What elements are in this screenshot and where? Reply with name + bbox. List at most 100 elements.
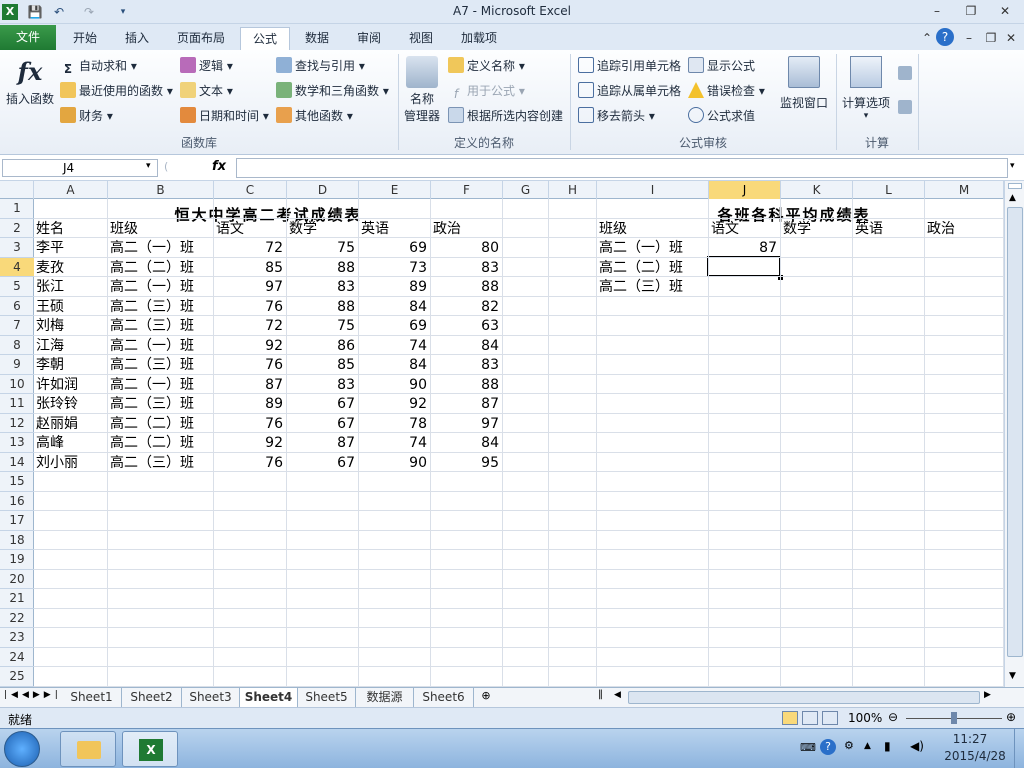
tab-review[interactable]: 审阅: [346, 27, 392, 50]
row-header-2[interactable]: 2: [0, 219, 34, 238]
tab-home[interactable]: 开始: [62, 27, 108, 50]
show-hidden-icons[interactable]: ▲: [864, 741, 871, 751]
select-all-corner[interactable]: [0, 181, 34, 199]
calculation-options-button[interactable]: 计算选项 ▾: [838, 56, 894, 121]
sheet-tab-6[interactable]: 数据源: [356, 688, 414, 707]
name-box[interactable]: J4: [2, 159, 158, 177]
lookup-button[interactable]: 查找与引用 ▾: [276, 56, 365, 76]
recent-functions-button[interactable]: 最近使用的函数 ▾: [60, 81, 173, 101]
workbook-restore-button[interactable]: ❐: [980, 29, 1002, 47]
scroll-right-icon[interactable]: ▶: [984, 690, 991, 700]
col-header-f[interactable]: F: [431, 181, 503, 199]
minimize-button[interactable]: –: [926, 2, 948, 20]
scroll-down-icon[interactable]: ▼: [1009, 671, 1016, 681]
row-header-9[interactable]: 9: [0, 355, 34, 375]
tab-insert[interactable]: 插入: [114, 27, 160, 50]
page-break-view-icon[interactable]: [822, 711, 838, 725]
row-header-20[interactable]: 20: [0, 570, 34, 589]
clock-date[interactable]: 2015/4/28: [940, 749, 1010, 763]
col-header-c[interactable]: C: [214, 181, 287, 199]
datetime-button[interactable]: 日期和时间 ▾: [180, 106, 269, 126]
active-cell-j4[interactable]: [707, 255, 781, 277]
scroll-left-icon[interactable]: ◀: [614, 690, 621, 700]
horizontal-scroll-thumb[interactable]: [628, 691, 980, 704]
vertical-scroll-thumb[interactable]: [1007, 207, 1023, 657]
keyboard-tray-icon[interactable]: ⌨: [800, 741, 816, 754]
define-name-button[interactable]: 定义名称 ▾: [448, 56, 525, 76]
explorer-taskbar-button[interactable]: [60, 731, 116, 767]
financial-button[interactable]: 财务 ▾: [60, 106, 113, 126]
sheet-tab-7[interactable]: Sheet6: [414, 688, 474, 707]
create-from-selection-button[interactable]: 根据所选内容创建: [448, 106, 563, 126]
row-header-13[interactable]: 13: [0, 433, 34, 453]
trace-dependents-button[interactable]: 追踪从属单元格: [578, 81, 681, 101]
row-header-23[interactable]: 23: [0, 628, 34, 648]
ime-tray-icon[interactable]: ⚙: [844, 739, 854, 752]
worksheet-grid[interactable]: 恒大中学高二考试成绩表 各班各科平均成绩表 姓名 班级 语文 数学 英语 政治 李平 高二（一…: [34, 199, 1004, 687]
formula-bar-expand-handle[interactable]: (: [164, 160, 168, 173]
zoom-out-icon[interactable]: ⊖: [888, 710, 898, 724]
restore-button[interactable]: ❐: [960, 2, 982, 20]
col-header-h[interactable]: H: [549, 181, 597, 199]
scroll-up-icon[interactable]: ▲: [1009, 193, 1016, 203]
zoom-level[interactable]: 100%: [848, 711, 882, 725]
show-desktop-button[interactable]: [1014, 729, 1024, 768]
row-header-3[interactable]: 3: [0, 238, 34, 258]
zoom-slider-thumb[interactable]: [951, 712, 957, 724]
fx-button[interactable]: fx: [212, 159, 226, 174]
row-header-7[interactable]: 7: [0, 316, 34, 336]
tab-split-icon[interactable]: ‖: [598, 689, 603, 700]
col-header-k[interactable]: K: [781, 181, 853, 199]
col-header-i[interactable]: I: [597, 181, 709, 199]
remove-arrows-button[interactable]: 移去箭头 ▾: [578, 106, 655, 126]
tab-page-layout[interactable]: 页面布局: [168, 27, 234, 50]
ribbon-collapse-icon[interactable]: ⌃: [916, 29, 938, 47]
col-header-j[interactable]: J: [709, 181, 781, 199]
row-header-19[interactable]: 19: [0, 550, 34, 570]
row-header-12[interactable]: 12: [0, 414, 34, 433]
col-header-l[interactable]: L: [853, 181, 925, 199]
calculate-now-icon[interactable]: [898, 66, 912, 80]
col-header-a[interactable]: A: [34, 181, 108, 199]
row-header-15[interactable]: 15: [0, 472, 34, 492]
sheet-nav-arrows[interactable]: |◀◀▶▶|: [4, 690, 62, 700]
sheet-tab-3[interactable]: Sheet3: [182, 688, 240, 707]
start-button-icon[interactable]: [4, 731, 40, 767]
insert-function-button[interactable]: fx 插入函数: [4, 56, 56, 107]
row-header-18[interactable]: 18: [0, 531, 34, 550]
row-header-6[interactable]: 6: [0, 297, 34, 316]
sheet-tab-5[interactable]: Sheet5: [298, 688, 356, 707]
workbook-minimize-button[interactable]: –: [958, 29, 980, 47]
col-header-b[interactable]: B: [108, 181, 214, 199]
tab-view[interactable]: 视图: [398, 27, 444, 50]
network-icon[interactable]: ▮: [884, 739, 891, 753]
autosum-button[interactable]: Σ 自动求和 ▾: [60, 56, 137, 76]
name-box-dropdown-icon[interactable]: ▾: [146, 161, 151, 171]
col-header-e[interactable]: E: [359, 181, 431, 199]
row-header-4[interactable]: 4: [0, 257, 34, 277]
sheet-tab-1[interactable]: Sheet1: [62, 688, 122, 707]
name-manager-button[interactable]: 名称 管理器: [402, 56, 442, 124]
sheet-tab-2[interactable]: Sheet2: [122, 688, 182, 707]
calculate-sheet-icon[interactable]: [898, 100, 912, 114]
tab-formulas[interactable]: 公式: [240, 27, 290, 50]
row-header-1[interactable]: 1: [0, 199, 34, 219]
excel-taskbar-button[interactable]: X: [122, 731, 178, 767]
math-button[interactable]: 数学和三角函数 ▾: [276, 81, 389, 101]
row-header-25[interactable]: 25: [0, 667, 34, 687]
evaluate-formula-button[interactable]: 公式求值: [688, 106, 755, 126]
split-box[interactable]: [1008, 183, 1022, 189]
col-header-d[interactable]: D: [287, 181, 359, 199]
show-formulas-button[interactable]: 显示公式: [688, 56, 755, 76]
row-header-24[interactable]: 24: [0, 648, 34, 667]
zoom-in-icon[interactable]: ⊕: [1006, 710, 1016, 724]
row-header-10[interactable]: 10: [0, 375, 34, 394]
tab-data[interactable]: 数据: [294, 27, 340, 50]
row-header-17[interactable]: 17: [0, 511, 34, 531]
row-header-11[interactable]: 11: [0, 394, 34, 414]
trace-precedents-button[interactable]: 追踪引用单元格: [578, 56, 681, 76]
formula-bar-expand-icon[interactable]: ▾: [1010, 161, 1015, 171]
text-button[interactable]: 文本 ▾: [180, 81, 233, 101]
row-header-22[interactable]: 22: [0, 609, 34, 628]
row-header-8[interactable]: 8: [0, 336, 34, 355]
